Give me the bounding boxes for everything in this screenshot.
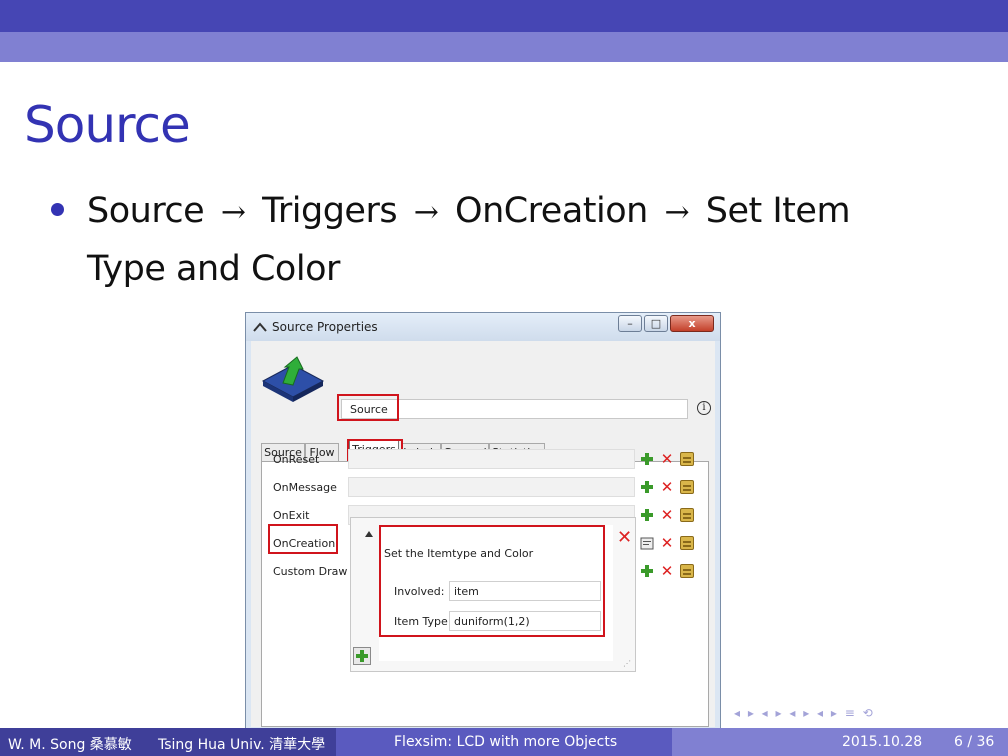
edit-code-icon[interactable] (680, 480, 694, 494)
footer-date: 2015.10.28 (842, 734, 923, 750)
info-icon[interactable]: i (697, 401, 711, 415)
bullet-text: Source → Triggers → OnCreation → Set Ite… (87, 183, 907, 298)
trigger-onmessage-label: OnMessage (273, 481, 337, 494)
footer-subject: Flexsim: LCD with more Objects (394, 734, 618, 750)
slide-subheader-bar (0, 32, 1008, 62)
trigger-customdraw-label: Custom Draw (273, 565, 348, 578)
footer-center: Flexsim: LCD with more Objects (336, 728, 672, 756)
delete-trigger-icon[interactable]: ✕ (660, 564, 674, 579)
highlight-box (337, 394, 399, 421)
slide-header-bar (0, 0, 1008, 32)
edit-code-icon[interactable] (680, 508, 694, 522)
edit-code-icon[interactable] (680, 452, 694, 466)
minimize-button[interactable]: – (618, 315, 642, 332)
add-trigger-icon[interactable] (640, 508, 654, 522)
bullet-part-triggers: Triggers (262, 191, 398, 231)
bullet-part-set-item: Set Item (705, 191, 851, 231)
highlight-box (268, 524, 338, 554)
add-trigger-icon[interactable] (640, 452, 654, 466)
bullet-part-oncreation: OnCreation (455, 191, 648, 231)
properties-icon[interactable] (640, 536, 654, 550)
add-option-button[interactable] (353, 647, 371, 665)
slide-footer: W. M. Song 桑慕敏 Tsing Hua Univ. 清華大學 Flex… (0, 728, 1008, 756)
bullet-icon (51, 203, 64, 216)
delete-trigger-icon[interactable]: ✕ (660, 480, 674, 495)
add-trigger-icon[interactable] (640, 480, 654, 494)
collapse-triangle-icon[interactable] (365, 531, 373, 537)
source-object-icon (261, 356, 325, 402)
footer-page: 6 / 36 (954, 734, 995, 750)
maximize-button[interactable]: □ (644, 315, 668, 332)
window-titlebar[interactable]: Source Properties – □ x (246, 313, 720, 341)
slide-title: Source (24, 96, 191, 154)
delete-trigger-icon[interactable]: ✕ (660, 536, 674, 551)
footer-institute: Tsing Hua Univ. 清華大學 (158, 737, 326, 753)
bullet-part-type-color: Type and Color (87, 249, 340, 289)
arrow-icon: → (664, 195, 690, 230)
footer-left: W. M. Song 桑慕敏 Tsing Hua Univ. 清華大學 (0, 728, 336, 756)
edit-code-icon[interactable] (680, 536, 694, 550)
highlight-box (379, 525, 605, 637)
arrow-icon: → (220, 195, 246, 230)
arrow-icon: → (413, 195, 439, 230)
trigger-onexit-label: OnExit (273, 509, 310, 522)
close-button[interactable]: x (670, 315, 714, 332)
bullet-part-source: Source (87, 191, 205, 231)
footer-right: 2015.10.28 6 / 36 (672, 728, 1008, 756)
trigger-onmessage-field[interactable] (348, 477, 635, 497)
window-body: Source i Source Flow Triggers Labels Gen… (251, 341, 715, 727)
footer-author: W. M. Song 桑慕敏 (8, 737, 132, 753)
beamer-navigation-icons[interactable]: ◂ ▸ ◂ ▸ ◂ ▸ ◂ ▸ ≡ ⟲ (734, 706, 875, 720)
trigger-onreset-label: OnReset (273, 453, 320, 466)
resize-grip-icon[interactable]: ⋰ (623, 659, 631, 668)
source-properties-window: Source Properties – □ x Source i Source … (245, 312, 721, 732)
delete-trigger-icon[interactable]: ✕ (660, 452, 674, 467)
delete-trigger-icon[interactable]: ✕ (660, 508, 674, 523)
app-icon (253, 322, 267, 332)
edit-code-icon[interactable] (680, 564, 694, 578)
window-title: Source Properties (272, 320, 378, 334)
plus-icon (356, 650, 368, 662)
trigger-onreset-field[interactable] (348, 449, 635, 469)
remove-option-icon[interactable]: ✕ (617, 529, 632, 547)
add-trigger-icon[interactable] (640, 564, 654, 578)
